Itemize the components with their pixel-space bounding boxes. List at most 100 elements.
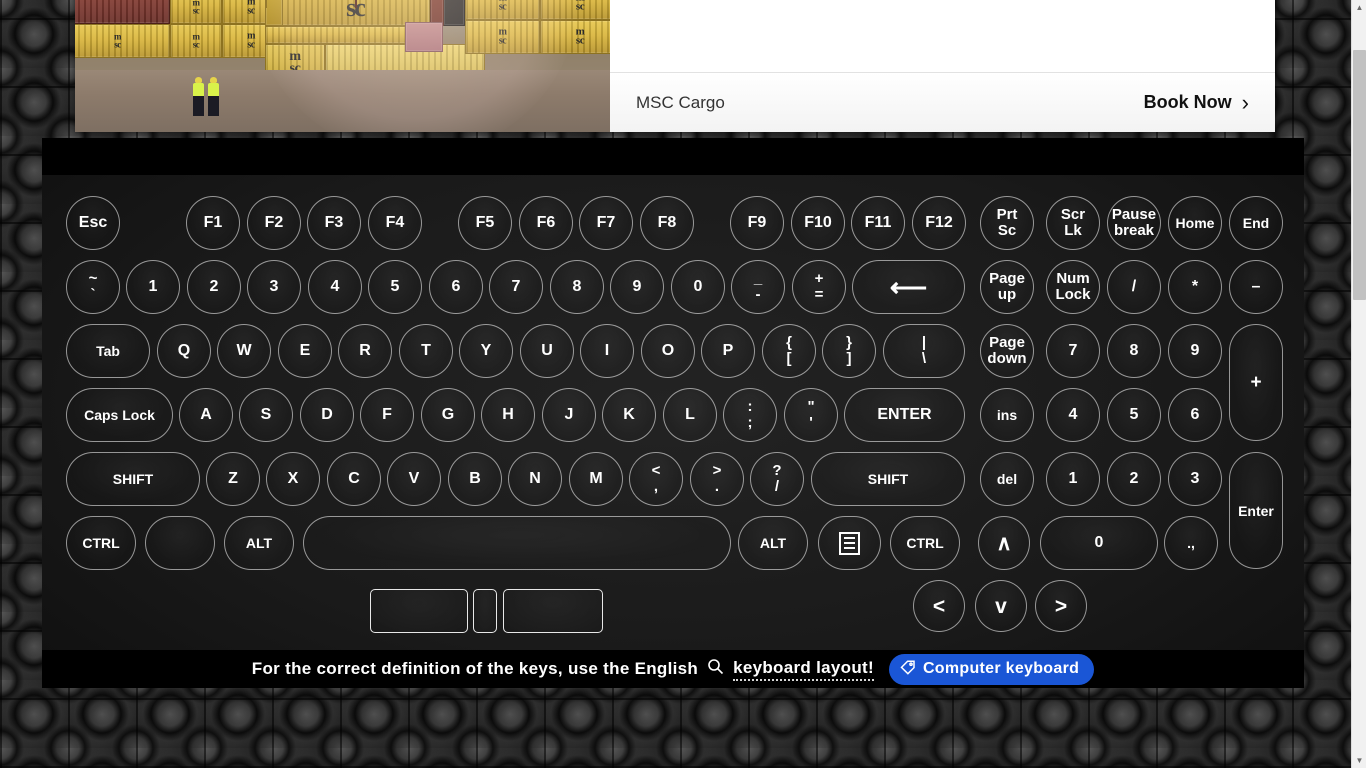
key-f8[interactable]: F8 xyxy=(640,196,694,250)
key-key-v[interactable]: V xyxy=(387,452,441,506)
key-key-n[interactable]: N xyxy=(508,452,562,506)
key-key-k[interactable]: K xyxy=(602,388,656,442)
key-bracket-left[interactable]: {[ xyxy=(762,324,816,378)
key-enter[interactable]: ENTER xyxy=(844,388,965,442)
key-alt-right[interactable]: ALT xyxy=(738,516,808,570)
key-key-s[interactable]: S xyxy=(239,388,293,442)
key-numpad-8[interactable]: 8 xyxy=(1107,324,1161,378)
key-key-c[interactable]: C xyxy=(327,452,381,506)
key-key-o[interactable]: O xyxy=(641,324,695,378)
key-key-x[interactable]: X xyxy=(266,452,320,506)
key-key-m[interactable]: M xyxy=(569,452,623,506)
key-numpad-2[interactable]: 2 xyxy=(1107,452,1161,506)
key-digit-4[interactable]: 4 xyxy=(308,260,362,314)
key-end[interactable]: End xyxy=(1229,196,1283,250)
keyboard-keys-area[interactable]: Esc F1 F2 F3 F4 F5 F6 F7 F8 F9 F10 F11 F12 Prt Sc Scr Lk… xyxy=(42,175,1304,650)
caret-up-icon[interactable]: ▲ xyxy=(1352,0,1366,15)
key-quote[interactable]: " ' xyxy=(784,388,838,442)
key-f7[interactable]: F7 xyxy=(579,196,633,250)
key-key-i[interactable]: I xyxy=(580,324,634,378)
key-slash[interactable]: ? / xyxy=(750,452,804,506)
key-numpad-4[interactable]: 4 xyxy=(1046,388,1100,442)
key-caps-lock[interactable]: Caps Lock xyxy=(66,388,173,442)
key-numpad-9[interactable]: 9 xyxy=(1168,324,1222,378)
key-arrow-left[interactable]: < xyxy=(913,580,965,632)
key-key-q[interactable]: Q xyxy=(157,324,211,378)
key-delete[interactable]: del xyxy=(980,452,1034,506)
key-f9[interactable]: F9 xyxy=(730,196,784,250)
key-f2[interactable]: F2 xyxy=(247,196,301,250)
key-key-h[interactable]: H xyxy=(481,388,535,442)
advertisement-banner[interactable]: msc msc msc msc msc msc msc msc msc msc … xyxy=(75,0,1275,132)
key-page-down[interactable]: Page down xyxy=(980,324,1034,378)
key-f6[interactable]: F6 xyxy=(519,196,573,250)
computer-keyboard-badge[interactable]: Computer keyboard xyxy=(888,653,1095,685)
key-minus[interactable]: _ - xyxy=(731,260,785,314)
key-alt-left[interactable]: ALT xyxy=(224,516,294,570)
key-digit-7[interactable]: 7 xyxy=(489,260,543,314)
key-touchpad-left-button[interactable] xyxy=(370,589,468,633)
key-numpad-decimal[interactable]: ., xyxy=(1164,516,1218,570)
key-meta-left[interactable] xyxy=(145,516,215,570)
page-scrollbar[interactable]: ▲ ▼ xyxy=(1351,0,1366,768)
key-f5[interactable]: F5 xyxy=(458,196,512,250)
key-tab[interactable]: Tab xyxy=(66,324,150,378)
key-digit-1[interactable]: 1 xyxy=(126,260,180,314)
key-digit-5[interactable]: 5 xyxy=(368,260,422,314)
key-f3[interactable]: F3 xyxy=(307,196,361,250)
caret-down-icon[interactable]: ▼ xyxy=(1352,753,1366,768)
key-backslash[interactable]: | \ xyxy=(883,324,965,378)
key-context-menu[interactable] xyxy=(818,516,881,570)
key-space[interactable] xyxy=(303,516,731,570)
key-digit-8[interactable]: 8 xyxy=(550,260,604,314)
key-backquote[interactable]: ~ ` xyxy=(66,260,120,314)
key-insert[interactable]: ins xyxy=(980,388,1034,442)
key-numpad-5[interactable]: 5 xyxy=(1107,388,1161,442)
key-comma[interactable]: <, xyxy=(629,452,683,506)
key-period[interactable]: >. xyxy=(690,452,744,506)
key-digit-0[interactable]: 0 xyxy=(671,260,725,314)
key-key-z[interactable]: Z xyxy=(206,452,260,506)
key-key-p[interactable]: P xyxy=(701,324,755,378)
key-arrow-right[interactable]: > xyxy=(1035,580,1087,632)
key-ctrl-left[interactable]: CTRL xyxy=(66,516,136,570)
key-shift-right[interactable]: SHIFT xyxy=(811,452,965,506)
key-bracket-right[interactable]: }] xyxy=(822,324,876,378)
key-numpad-3[interactable]: 3 xyxy=(1168,452,1222,506)
key-pause-break[interactable]: Pause break xyxy=(1107,196,1161,250)
key-key-u[interactable]: U xyxy=(520,324,574,378)
key-key-a[interactable]: A xyxy=(179,388,233,442)
key-digit-9[interactable]: 9 xyxy=(610,260,664,314)
key-key-l[interactable]: L xyxy=(663,388,717,442)
key-arrow-up[interactable]: ∧ xyxy=(978,516,1030,570)
ad-book-now-button[interactable]: Book Now › xyxy=(1144,90,1249,116)
key-f1[interactable]: F1 xyxy=(186,196,240,250)
key-numpad-6[interactable]: 6 xyxy=(1168,388,1222,442)
key-numpad-add[interactable]: + xyxy=(1229,324,1283,441)
key-f11[interactable]: F11 xyxy=(851,196,905,250)
key-numpad-enter[interactable]: Enter xyxy=(1229,452,1283,569)
ad-footer-bar[interactable]: MSC Cargo Book Now › xyxy=(610,72,1275,132)
key-key-j[interactable]: J xyxy=(542,388,596,442)
key-equal[interactable]: + = xyxy=(792,260,846,314)
key-key-r[interactable]: R xyxy=(338,324,392,378)
key-key-e[interactable]: E xyxy=(278,324,332,378)
key-backspace[interactable]: ⟵ xyxy=(852,260,965,314)
key-home[interactable]: Home xyxy=(1168,196,1222,250)
key-arrow-down[interactable]: v xyxy=(975,580,1027,632)
key-key-f[interactable]: F xyxy=(360,388,414,442)
key-semicolon[interactable]: :; xyxy=(723,388,777,442)
key-print-screen[interactable]: Prt Sc xyxy=(980,196,1034,250)
key-numpad-0[interactable]: 0 xyxy=(1040,516,1158,570)
key-key-d[interactable]: D xyxy=(300,388,354,442)
key-f4[interactable]: F4 xyxy=(368,196,422,250)
keyboard-layout-link[interactable]: keyboard layout! xyxy=(733,658,874,681)
key-esc[interactable]: Esc xyxy=(66,196,120,250)
key-num-lock[interactable]: Num Lock xyxy=(1046,260,1100,314)
key-f12[interactable]: F12 xyxy=(912,196,966,250)
key-digit-2[interactable]: 2 xyxy=(187,260,241,314)
key-digit-6[interactable]: 6 xyxy=(429,260,483,314)
key-numpad-7[interactable]: 7 xyxy=(1046,324,1100,378)
scrollbar-thumb[interactable] xyxy=(1353,50,1366,300)
key-key-y[interactable]: Y xyxy=(459,324,513,378)
